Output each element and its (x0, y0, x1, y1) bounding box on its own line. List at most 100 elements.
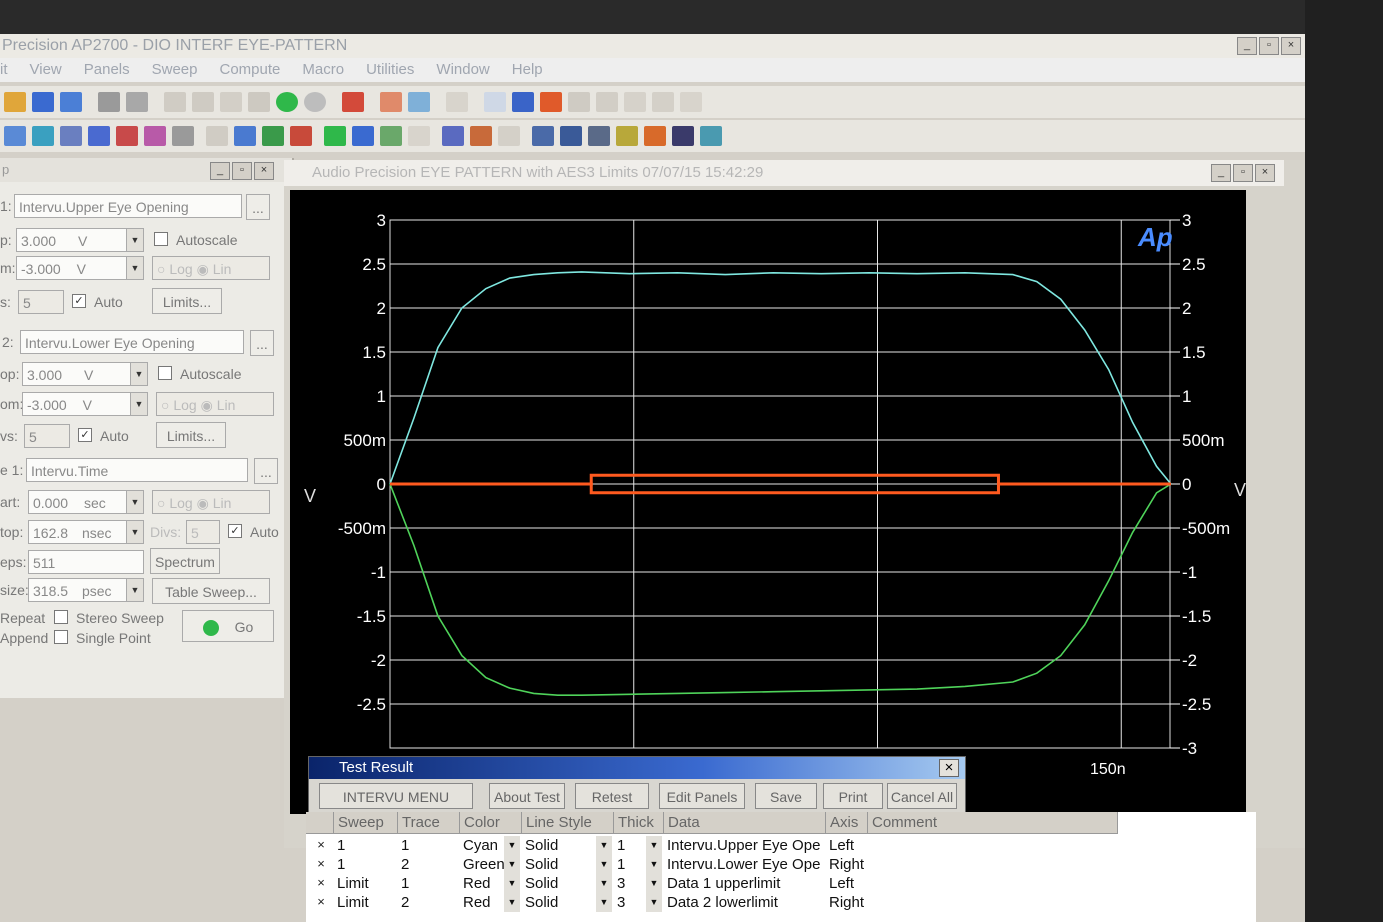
chevron-down-icon[interactable]: ▼ (130, 393, 147, 415)
undo-icon[interactable] (164, 92, 186, 112)
copy-icon[interactable] (220, 92, 242, 112)
table-cell-axis[interactable]: Right (826, 893, 866, 912)
intervu-menu-button[interactable]: INTERVU MENU (319, 783, 473, 809)
chevron-down-icon[interactable]: ▼ (596, 836, 612, 855)
menu-sweep[interactable]: Sweep (152, 58, 198, 82)
window-icon[interactable] (408, 92, 430, 112)
source-field[interactable]: Intervu.Time (26, 458, 248, 482)
log3-radio[interactable]: ○ (157, 495, 165, 511)
dsp-panel-icon[interactable] (116, 126, 138, 146)
graph-view-2-icon[interactable] (560, 126, 582, 146)
edit-icon[interactable] (498, 126, 520, 146)
table-cell-thick[interactable]: 3 (614, 893, 644, 912)
col-axis[interactable]: Axis (826, 812, 868, 834)
log1-radio[interactable]: ○ (157, 261, 165, 277)
table-cell-sweep[interactable]: 1 (334, 836, 398, 855)
source-browse-button[interactable]: ... (254, 458, 278, 484)
table-cell-trace[interactable]: 2 (398, 893, 460, 912)
panel-restore-button[interactable]: ▫ (232, 162, 252, 180)
start-field[interactable]: 0.000 sec ▼ (28, 490, 144, 514)
pause-icon[interactable] (512, 92, 534, 112)
cancel-all-button[interactable]: Cancel All (887, 783, 957, 809)
trace-enable-checkbox[interactable]: × (314, 857, 328, 871)
save-all-icon[interactable] (60, 92, 82, 112)
size-field[interactable]: 318.5 psec ▼ (28, 578, 144, 602)
chevron-down-icon[interactable]: ▼ (126, 491, 143, 513)
blank-panel-icon[interactable] (408, 126, 430, 146)
analyzer-panel-icon[interactable] (32, 126, 54, 146)
data2-field[interactable]: Intervu.Lower Eye Opening (20, 330, 244, 354)
bar-graph-red-icon[interactable] (290, 126, 312, 146)
graph-restore-button[interactable]: ▫ (1233, 164, 1253, 182)
menu-help[interactable]: Help (512, 58, 543, 82)
chevron-down-icon[interactable]: ▼ (596, 874, 612, 893)
table-sweep-button[interactable]: Table Sweep... (152, 578, 270, 604)
print-icon[interactable] (98, 92, 120, 112)
table-cell-thick[interactable]: 3 (614, 874, 644, 893)
chevron-down-icon[interactable]: ▼ (646, 893, 662, 912)
open-icon[interactable] (4, 92, 26, 112)
chevron-down-icon[interactable]: ▼ (126, 257, 143, 279)
chevron-down-icon[interactable]: ▼ (504, 855, 520, 874)
panel-close-button[interactable]: × (254, 162, 274, 180)
table-cell-trace[interactable]: 1 (398, 836, 460, 855)
data1-browse-button[interactable]: ... (246, 194, 270, 220)
table-cell-style[interactable]: Solid (522, 836, 594, 855)
divs2-field[interactable]: 5 (24, 424, 70, 448)
autoscale2-checkbox[interactable] (158, 366, 172, 380)
table-cell-trace[interactable]: 1 (398, 874, 460, 893)
repeat-checkbox[interactable] (54, 610, 68, 624)
table-cell-color[interactable]: Red (460, 893, 504, 912)
menu-edit[interactable]: it (0, 58, 8, 82)
bar-graph-icon[interactable] (262, 126, 284, 146)
cut-icon[interactable] (192, 92, 214, 112)
menu-panels[interactable]: Panels (84, 58, 130, 82)
dio-panel-icon[interactable] (144, 126, 166, 146)
graph-view-3-icon[interactable] (588, 126, 610, 146)
table-cell-axis[interactable]: Left (826, 836, 866, 855)
steps-field[interactable]: 511 (28, 550, 144, 574)
auto2-checkbox[interactable]: ✓ (78, 428, 92, 442)
col-comment[interactable]: Comment (868, 812, 1118, 834)
table-cell-axis[interactable]: Left (826, 874, 866, 893)
hand-icon[interactable] (568, 92, 590, 112)
step-out-icon[interactable] (652, 92, 674, 112)
table-cell-style[interactable]: Solid (522, 874, 594, 893)
chevron-down-icon[interactable]: ▼ (130, 363, 147, 385)
graph-view-4-icon[interactable] (616, 126, 638, 146)
lin3-radio[interactable]: ◉ (197, 495, 209, 511)
graph-view-6-icon[interactable] (672, 126, 694, 146)
chevron-down-icon[interactable]: ▼ (126, 521, 143, 543)
trace-enable-checkbox[interactable]: × (314, 876, 328, 890)
table-cell-style[interactable]: Solid (522, 893, 594, 912)
auto1-checkbox[interactable]: ✓ (72, 294, 86, 308)
minimize-button[interactable]: _ (1237, 37, 1257, 55)
menu-compute[interactable]: Compute (220, 58, 281, 82)
go-button[interactable]: Go (182, 610, 274, 642)
play-icon[interactable] (484, 92, 506, 112)
autoscale1-checkbox[interactable] (154, 232, 168, 246)
chevron-down-icon[interactable]: ▼ (646, 855, 662, 874)
graph-view-7-icon[interactable] (700, 126, 722, 146)
lin1-radio[interactable]: ◉ (197, 261, 209, 277)
test-result-close-button[interactable]: × (939, 759, 959, 777)
limits1-button[interactable]: Limits... (152, 288, 222, 314)
table-cell-trace[interactable]: 2 (398, 855, 460, 874)
divs3-field[interactable]: 5 (186, 520, 220, 544)
data1-field[interactable]: Intervu.Upper Eye Opening (14, 194, 242, 218)
graph-icon[interactable] (342, 92, 364, 112)
print-button[interactable]: Print (823, 783, 883, 809)
step-over-icon[interactable] (624, 92, 646, 112)
data2-browse-button[interactable]: ... (250, 330, 274, 356)
divs1-field[interactable]: 5 (18, 290, 64, 314)
top2-field[interactable]: 3.000 V ▼ (22, 362, 148, 386)
retest-button[interactable]: Retest (575, 783, 649, 809)
graph-view-1-icon[interactable] (532, 126, 554, 146)
restore-button[interactable]: ▫ (1259, 37, 1279, 55)
menu-view[interactable]: View (30, 58, 62, 82)
table-cell-sweep[interactable]: Limit (334, 874, 398, 893)
arrow-right-icon[interactable] (324, 126, 346, 146)
table-cell-data[interactable]: Intervu.Upper Eye Ope (664, 836, 822, 855)
table-cell-color[interactable]: Red (460, 874, 504, 893)
save-button[interactable]: Save (755, 783, 817, 809)
